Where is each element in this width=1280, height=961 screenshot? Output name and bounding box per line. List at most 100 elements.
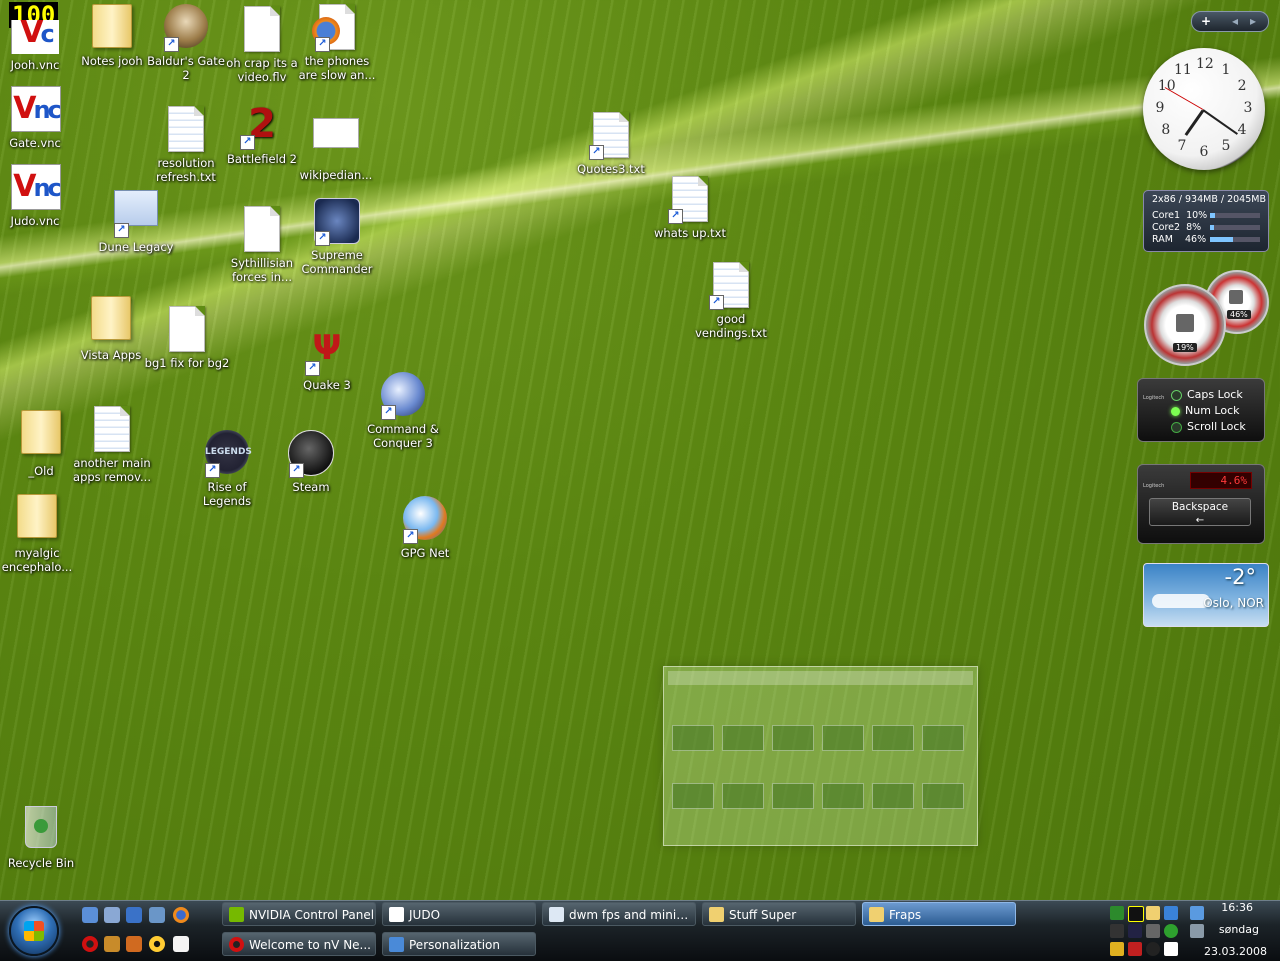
clock-number: 11 bbox=[1174, 61, 1192, 78]
folder-icon bbox=[87, 296, 135, 344]
desktop-icon-quotes3[interactable]: ↗ Quotes3.txt bbox=[568, 112, 654, 176]
disc-icon[interactable] bbox=[149, 936, 165, 952]
desktop-icon-gate-vnc[interactable]: Vnc Gate.vnc bbox=[0, 86, 78, 150]
clock-gadget[interactable]: 12 1 2 3 4 5 6 7 8 9 10 11 bbox=[1143, 48, 1265, 170]
document-icon bbox=[163, 306, 211, 354]
taskbar-button-dwm-fps[interactable]: dwm fps and minim... bbox=[542, 902, 696, 926]
taskbar-button-stuff-super[interactable]: Stuff Super bbox=[702, 902, 856, 926]
thumbnail-tile bbox=[822, 725, 864, 751]
folder-icon bbox=[709, 907, 724, 922]
clock-number: 6 bbox=[1199, 144, 1209, 160]
tools-icon[interactable] bbox=[126, 936, 142, 952]
performance-monitor-gadget[interactable]: 2x86 / 934MB / 2045MB Core1 10% Core2 8%… bbox=[1143, 190, 1269, 252]
desktop-icon-judo-vnc[interactable]: Vnc Judo.vnc bbox=[0, 164, 78, 228]
desktop-icon-myalgic[interactable]: myalgic encephalo... bbox=[0, 494, 80, 574]
tray-shield-icon[interactable] bbox=[1110, 942, 1124, 956]
tray-triangle-icon[interactable] bbox=[1128, 924, 1142, 938]
icon-label: another main apps remov... bbox=[73, 456, 151, 484]
taskbar-day[interactable]: søndag bbox=[1179, 923, 1259, 936]
thumbnail-tile bbox=[922, 725, 964, 751]
switch-windows-icon[interactable] bbox=[104, 907, 120, 923]
next-gadgets-button[interactable]: ▸ bbox=[1250, 12, 1256, 30]
taskbar-button-fraps[interactable]: Fraps bbox=[862, 902, 1016, 926]
firefox-icon[interactable] bbox=[173, 907, 189, 923]
tray-sync-icon[interactable] bbox=[1164, 924, 1178, 938]
clock-second-hand bbox=[1164, 87, 1204, 110]
opera-icon[interactable] bbox=[82, 936, 98, 952]
battlefield-icon: 2 ↗ bbox=[238, 102, 286, 150]
start-button[interactable] bbox=[9, 906, 59, 956]
tray-steam-icon[interactable] bbox=[1146, 942, 1160, 956]
network-icon[interactable] bbox=[149, 907, 165, 923]
backspace-arrow-icon: ← bbox=[1195, 515, 1205, 526]
taskbar-button-judo[interactable]: JUDO bbox=[382, 902, 536, 926]
shortcut-arrow-icon: ↗ bbox=[315, 37, 330, 52]
desktop-icon-oh-crap-video[interactable]: oh crap its a video.flv bbox=[219, 6, 305, 84]
tray-alert-icon[interactable] bbox=[1128, 942, 1142, 956]
weather-temperature: -2° bbox=[1224, 565, 1256, 589]
taskbar-button-personalization[interactable]: Personalization bbox=[382, 932, 536, 956]
cpu-meter-value: 19% bbox=[1173, 343, 1197, 352]
monitor-icon[interactable] bbox=[126, 907, 142, 923]
taskbar-time[interactable]: 16:36 bbox=[1173, 901, 1253, 914]
desktop-icon-baldurs-gate[interactable]: ↗ Baldur's Gate 2 bbox=[143, 4, 229, 82]
icon-label: Gate.vnc bbox=[9, 136, 61, 150]
desktop-icon-wikipedian[interactable]: wikipedian... bbox=[293, 110, 379, 182]
shortcut-arrow-icon: ↗ bbox=[381, 405, 396, 420]
vnc-icon: Vnc bbox=[11, 86, 62, 134]
tray-monitor-icon[interactable] bbox=[1110, 924, 1124, 938]
taskbar-date[interactable]: 23.03.2008 bbox=[1187, 945, 1267, 958]
show-desktop-icon[interactable] bbox=[82, 907, 98, 923]
tray-fraps-icon[interactable] bbox=[1128, 906, 1144, 922]
nvidia-icon bbox=[229, 907, 244, 922]
logitech-logo: Logitech bbox=[1143, 395, 1165, 401]
previous-gadgets-button[interactable]: ◂ bbox=[1232, 12, 1238, 30]
desktop-icon-jooh-vnc[interactable]: Vc Jooh.vnc bbox=[0, 20, 78, 72]
taskbar-button-welcome-nv[interactable]: Welcome to nV Ne... bbox=[222, 932, 376, 956]
desktop-icon-phones-slow[interactable]: ↗ the phones are slow an... bbox=[294, 4, 380, 82]
cpu-meter-gadget[interactable]: 19% bbox=[1144, 284, 1226, 366]
desktop-icon-supreme-commander[interactable]: ↗ Supreme Commander bbox=[294, 198, 380, 276]
notepad-icon[interactable] bbox=[173, 936, 189, 952]
thumbnail-titlebar bbox=[668, 671, 973, 685]
window-thumbnail-preview[interactable] bbox=[663, 666, 978, 846]
keyboard-lcd-gadget[interactable]: Logitech 4.6% Backspace ← bbox=[1137, 464, 1265, 544]
desktop-icon-rise-of-legends[interactable]: LEGENDS ↗ Rise of Legends bbox=[184, 430, 270, 508]
desktop-icon-steam[interactable]: ↗ Steam bbox=[268, 430, 354, 494]
logitech-logo: Logitech bbox=[1143, 483, 1165, 489]
desktop-icon-bg1-fix[interactable]: bg1 fix for bg2 bbox=[144, 306, 230, 370]
desktop-icon-good-vendings[interactable]: ↗ good vendings.txt bbox=[688, 262, 774, 340]
tray-folder-icon[interactable] bbox=[1146, 906, 1160, 920]
folder-icon bbox=[17, 410, 65, 458]
desktop-icon-recycle-bin[interactable]: Recycle Bin bbox=[0, 806, 84, 870]
desktop-icon-resolution-refresh[interactable]: resolution refresh.txt bbox=[143, 106, 229, 184]
desktop-icon-vista-apps[interactable]: Vista Apps bbox=[68, 296, 154, 362]
taskbar-button-nvidia[interactable]: NVIDIA Control Panel bbox=[222, 902, 376, 926]
image-file-icon bbox=[312, 118, 360, 166]
desktop-icon-whats-up[interactable]: ↗ whats up.txt bbox=[647, 176, 733, 240]
shortcut-arrow-icon: ↗ bbox=[289, 463, 304, 478]
tray-gpu-icon[interactable] bbox=[1110, 906, 1124, 920]
desktop-icon-dune-legacy[interactable]: ↗ Dune Legacy bbox=[93, 190, 179, 254]
add-gadget-button[interactable]: + bbox=[1201, 12, 1211, 30]
text-document-icon bbox=[88, 406, 136, 454]
keyboard-lock-status-gadget[interactable]: Logitech Caps Lock Num Lock Scroll Lock bbox=[1137, 378, 1265, 442]
desktop-icon-command-conquer[interactable]: ↗ Command & Conquer 3 bbox=[360, 372, 446, 450]
icon-label: Baldur's Gate 2 bbox=[147, 54, 225, 82]
desktop-icon-another-main[interactable]: another main apps remov... bbox=[69, 406, 155, 484]
icon-label: the phones are slow an... bbox=[298, 54, 376, 82]
desktop-icon-quake3[interactable]: Ψ ↗ Quake 3 bbox=[284, 328, 370, 392]
desktop-icon-sythillisian[interactable]: Sythillisian forces in... bbox=[219, 206, 305, 284]
tray-power-icon[interactable] bbox=[1146, 924, 1160, 938]
clock-number: 12 bbox=[1196, 56, 1214, 72]
desktop-icon-gpg-net[interactable]: ↗ GPG Net bbox=[382, 496, 468, 560]
media-icon[interactable] bbox=[104, 936, 120, 952]
document-icon bbox=[238, 206, 286, 254]
thumbnail-tile bbox=[722, 783, 764, 809]
perf-row-core2: Core2 8% bbox=[1152, 222, 1202, 233]
icon-label: bg1 fix for bg2 bbox=[144, 356, 230, 370]
weather-gadget[interactable]: -2° Oslo, NOR bbox=[1143, 563, 1269, 627]
tray-vnc-icon[interactable] bbox=[1164, 942, 1178, 956]
icon-label: Quotes3.txt bbox=[577, 162, 645, 176]
icon-label: Jooh.vnc bbox=[10, 58, 60, 72]
